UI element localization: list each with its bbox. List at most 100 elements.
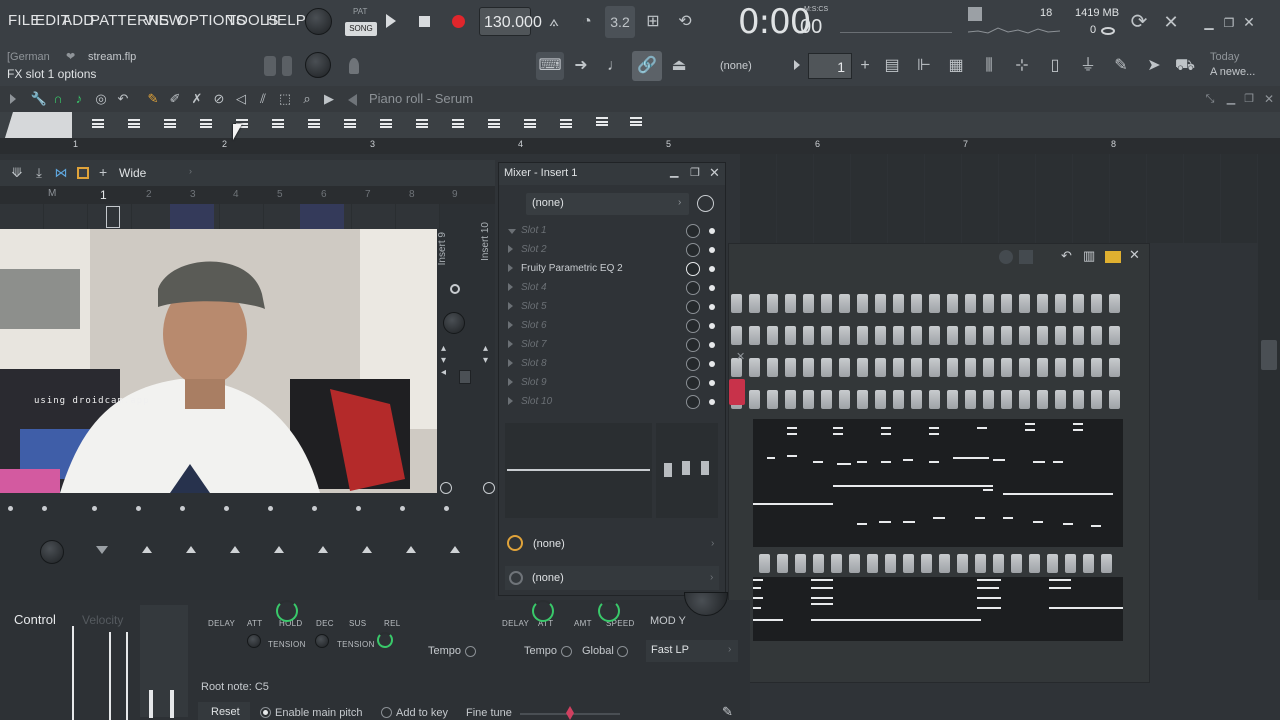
pattern-note[interactable]: [1049, 607, 1123, 609]
slot-arrow-icon[interactable]: [508, 229, 516, 234]
scrollbar-thumb[interactable]: [1261, 340, 1277, 370]
pattern-note[interactable]: [929, 427, 939, 429]
step-button[interactable]: [903, 554, 914, 573]
mixer-slot[interactable]: Slot 6: [505, 317, 721, 336]
step-button[interactable]: [857, 358, 868, 377]
wait-input-icon[interactable]: ◔: [574, 9, 600, 35]
step-button[interactable]: [785, 390, 796, 409]
step-button[interactable]: [911, 358, 922, 377]
slot-arrow-icon[interactable]: [508, 340, 513, 348]
step-button[interactable]: [1091, 358, 1102, 377]
rack-graph-icon[interactable]: [77, 167, 89, 179]
event-marker[interactable]: [488, 119, 500, 128]
step-button[interactable]: [1109, 358, 1120, 377]
step-button[interactable]: [821, 294, 832, 313]
step-button[interactable]: [993, 554, 1004, 573]
stop-icon[interactable]: [419, 16, 430, 27]
pattern-note[interactable]: [833, 427, 843, 429]
step-button[interactable]: [785, 358, 796, 377]
record-icon[interactable]: [452, 15, 465, 28]
pattern-note[interactable]: [977, 597, 1001, 599]
pattern-note[interactable]: [857, 523, 867, 525]
pattern-note[interactable]: [787, 455, 797, 457]
slot-arrow-icon[interactable]: [508, 378, 513, 386]
step-button[interactable]: [947, 294, 958, 313]
fader-1[interactable]: [664, 463, 672, 477]
pattern-note[interactable]: [811, 579, 833, 581]
pattern-note[interactable]: [837, 463, 851, 465]
step-button[interactable]: [1011, 554, 1022, 573]
rack-preset[interactable]: Wide: [119, 166, 146, 180]
step-button[interactable]: [731, 326, 742, 345]
rack-step-dot[interactable]: [180, 506, 185, 511]
pattern-note[interactable]: [811, 619, 981, 621]
step-button[interactable]: [875, 326, 886, 345]
plugin-picker-icon[interactable]: ⊹: [1009, 53, 1035, 79]
step-button[interactable]: [983, 358, 994, 377]
event-marker[interactable]: [560, 119, 572, 128]
pattern-note[interactable]: [1049, 579, 1071, 581]
rack-step-arrow-icon[interactable]: [406, 546, 416, 553]
rack-step-arrow-icon[interactable]: [274, 546, 284, 553]
insert-9-led-icon[interactable]: [450, 284, 460, 294]
step-button[interactable]: [849, 554, 860, 573]
pattern-note[interactable]: [1073, 423, 1083, 425]
step-button[interactable]: [839, 326, 850, 345]
piano-roll-icon[interactable]: ⊩: [911, 53, 937, 79]
pattern-note[interactable]: [993, 459, 1005, 461]
playback-icon[interactable]: ▶: [316, 86, 342, 112]
slot-mix-knob[interactable]: [686, 300, 700, 314]
step-button[interactable]: [1047, 554, 1058, 573]
step-button[interactable]: [911, 390, 922, 409]
pattern-note[interactable]: [1033, 521, 1043, 523]
tempo-left-radio[interactable]: [465, 646, 476, 657]
undo-icon[interactable]: ↶: [110, 86, 136, 112]
channel-color-tab[interactable]: [729, 379, 745, 405]
step-button[interactable]: [1001, 294, 1012, 313]
rack-step-dot[interactable]: [400, 506, 405, 511]
step-button[interactable]: [893, 326, 904, 345]
step-button[interactable]: [875, 390, 886, 409]
step-button[interactable]: [1073, 326, 1084, 345]
slot-enable-led[interactable]: [709, 285, 715, 291]
rack-step-dot[interactable]: [356, 506, 361, 511]
browser-icon[interactable]: ▯: [1042, 53, 1068, 79]
rack-route-icon[interactable]: ⋈: [48, 160, 74, 186]
pattern-note[interactable]: [811, 587, 833, 589]
panel-resize-icon[interactable]: ✎: [722, 704, 733, 720]
piano-roll-menu-arrow-icon[interactable]: [10, 94, 16, 104]
enable-main-pitch-radio[interactable]: [260, 707, 271, 718]
pat-song-switch[interactable]: PAT SONG: [345, 7, 377, 37]
step-button[interactable]: [947, 326, 958, 345]
step-button[interactable]: [1083, 554, 1094, 573]
tempo-display[interactable]: 130.000: [479, 7, 542, 36]
step-button[interactable]: [939, 554, 950, 573]
pattern-note[interactable]: [953, 457, 989, 459]
step-button[interactable]: [1101, 554, 1112, 573]
plugin-side-close-icon[interactable]: ✕: [736, 350, 745, 363]
step-button[interactable]: [821, 326, 832, 345]
pattern-note[interactable]: [929, 461, 939, 463]
rack-step-arrow-icon[interactable]: [186, 546, 196, 553]
step-button[interactable]: [875, 358, 886, 377]
mixer-latency-clock-icon[interactable]: [697, 195, 714, 212]
step-button[interactable]: [1109, 390, 1120, 409]
pattern-note[interactable]: [857, 461, 867, 463]
event-marker[interactable]: [272, 119, 284, 128]
slot-enable-led[interactable]: [709, 380, 715, 386]
step-button[interactable]: [1055, 390, 1066, 409]
pattern-note[interactable]: [1049, 587, 1071, 589]
rack-step-dot[interactable]: [268, 506, 273, 511]
rack-step-dot[interactable]: [444, 506, 449, 511]
event-marker[interactable]: [92, 119, 104, 128]
pitch-slider-icon[interactable]: [349, 58, 359, 74]
tension-knob-1[interactable]: [247, 634, 261, 648]
pattern-note[interactable]: [1053, 461, 1063, 463]
step-button[interactable]: [885, 554, 896, 573]
mixer-slot[interactable]: Fruity Parametric EQ 2: [505, 260, 721, 279]
slot-mix-knob[interactable]: [686, 376, 700, 390]
step-button[interactable]: [1055, 326, 1066, 345]
plugin-close-icon[interactable]: ✕: [1129, 247, 1140, 263]
step-button[interactable]: [965, 358, 976, 377]
pattern-note[interactable]: [879, 521, 891, 523]
